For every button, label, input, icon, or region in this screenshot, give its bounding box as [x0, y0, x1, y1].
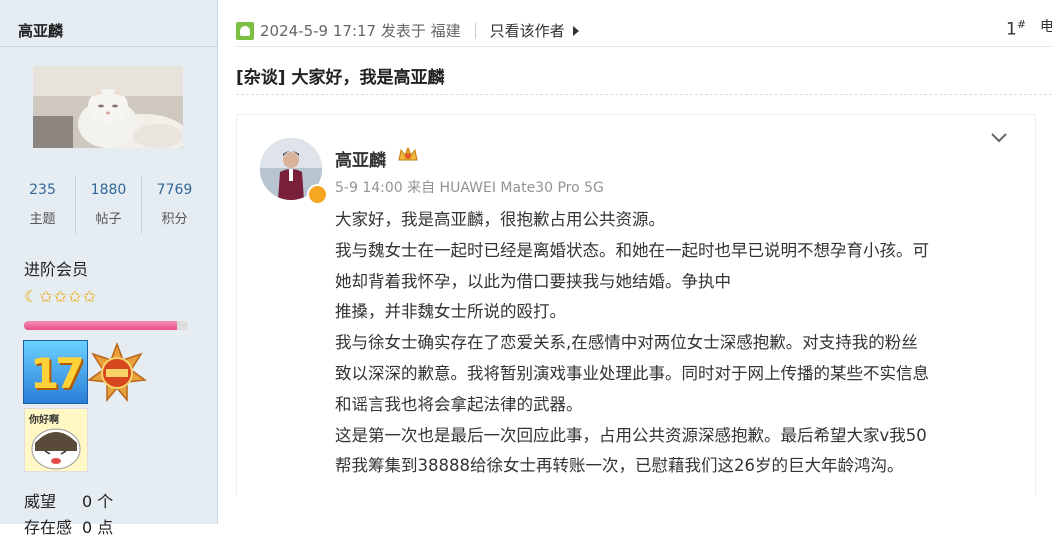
star-icon: ✩ — [68, 287, 82, 306]
presence-value: 0 点 — [82, 518, 114, 537]
thread-title: [杂谈] 大家好，我是高亚麟 — [236, 68, 445, 88]
only-author-link[interactable]: 只看该作者 — [490, 20, 565, 41]
medal-star-badge[interactable] — [86, 341, 148, 403]
weibo-content: 大家好，我是高亚麟，很抱歉占用公共资源。 我与魏女士在一起时已经是离婚状态。和她… — [335, 205, 1015, 482]
stat-label: 帖子 — [95, 212, 122, 227]
stat-value: 235 — [29, 182, 56, 198]
verified-badge-icon — [307, 184, 328, 205]
member-rank[interactable]: 进阶会员 — [24, 256, 88, 280]
moon-icon: ☾ — [24, 287, 39, 306]
content-line: 大家好，我是高亚麟，很抱歉占用公共资源。 — [335, 210, 665, 229]
weibo-username[interactable]: 高亚麟 — [335, 146, 386, 171]
divider — [474, 22, 476, 39]
presence-label: 存在感 — [24, 518, 73, 537]
stat-label: 主题 — [29, 212, 56, 227]
content-line: 推搡，并非魏女士所说的殴打。 — [335, 302, 566, 322]
post-meta-bar: 2024-5-9 17:17 发表于 福建 只看该作者 — [236, 20, 579, 41]
stat-points[interactable]: 7769 积分 — [142, 176, 207, 234]
star-icon: ✩ — [82, 287, 96, 306]
presence-row: 存在感 0 点 — [24, 514, 113, 538]
face-icon — [31, 428, 81, 470]
content-line: 我与魏女士在一起时已经是离婚状态。和她在一起时也早已说明不想孕育小孩。可 — [335, 240, 929, 260]
floor-number[interactable]: 1# — [1006, 18, 1026, 40]
online-status-icon — [236, 21, 254, 40]
content-line: 我与徐女士确实存在了恋爱关系,在感情中对两位女士深感抱歉。对支持我的粉丝 — [335, 333, 918, 353]
author-name[interactable]: 高亚麟 — [18, 20, 63, 41]
prestige-label: 威望 — [24, 492, 57, 511]
medal-17-badge[interactable]: 17 — [23, 340, 88, 404]
star-medal-icon — [86, 341, 148, 403]
author-stats: 235 主题 1880 帖子 7769 积分 — [10, 176, 207, 234]
weibo-meta: 5-9 14:00 来自 HUAWEI Mate30 Pro 5G — [335, 180, 604, 196]
prestige-row: 威望 0 个 — [24, 488, 113, 512]
title-divider — [236, 94, 1052, 96]
stat-topics[interactable]: 235 主题 — [10, 176, 76, 234]
stat-posts[interactable]: 1880 帖子 — [76, 176, 142, 234]
star-icon: ✩ — [39, 287, 53, 306]
content-line: 这是第一次也是最后一次回应此事，占用公共资源深感抱歉。最后希望大家v我50 — [335, 425, 927, 445]
stat-value: 7769 — [156, 182, 193, 198]
cat-avatar-image — [33, 66, 183, 148]
arrow-right-icon — [572, 25, 579, 36]
author-sidebar: 高亚麟 235 主题 1880 帖子 7769 积分 进阶会员 ☾ ✩ ✩ ✩ … — [0, 0, 218, 537]
floor-sup: # — [1016, 18, 1027, 31]
content-line: 帮我筹集到38888给徐女士再转账一次，已慰藉我们这26岁的巨大年龄鸿沟。 — [335, 456, 904, 476]
content-line: 致以深深的歉意。我将暂别演戏事业处理此事。同时对于网上传播的某些不实信息 — [335, 363, 929, 383]
edge-text: 电 — [1040, 19, 1052, 35]
stat-value: 1880 — [90, 182, 127, 198]
rank-progress-bar — [24, 321, 188, 330]
medal-17-text: 17 — [30, 349, 84, 398]
weibo-post-card: 高亚麟 5-9 14:00 来自 HUAWEI Mate30 Pro 5G 大家… — [236, 114, 1036, 495]
star-icon: ✩ — [53, 287, 68, 306]
content-line: 她却背着我怀孕，以此为借口要挟我与她结婚。争执中 — [335, 271, 731, 291]
post-time: 2024-5-9 17:17 发表于 福建 — [260, 22, 461, 40]
crown-badge-icon — [398, 146, 418, 161]
rank-stars: ☾ ✩ ✩ ✩ ✩ — [24, 287, 96, 307]
content-line: 和谣言我也将会拿起法律的武器。 — [335, 394, 583, 414]
author-avatar[interactable] — [33, 66, 183, 148]
floor-value: 1 — [1006, 19, 1017, 40]
medal-face-badge[interactable]: 你好啊 — [24, 408, 88, 472]
sidebar-divider — [0, 46, 217, 47]
stat-label: 积分 — [161, 212, 188, 227]
prestige-value: 0 个 — [82, 492, 114, 511]
chevron-down-icon[interactable] — [990, 132, 1008, 144]
progress-fill — [24, 321, 177, 330]
header-divider — [236, 46, 1052, 47]
